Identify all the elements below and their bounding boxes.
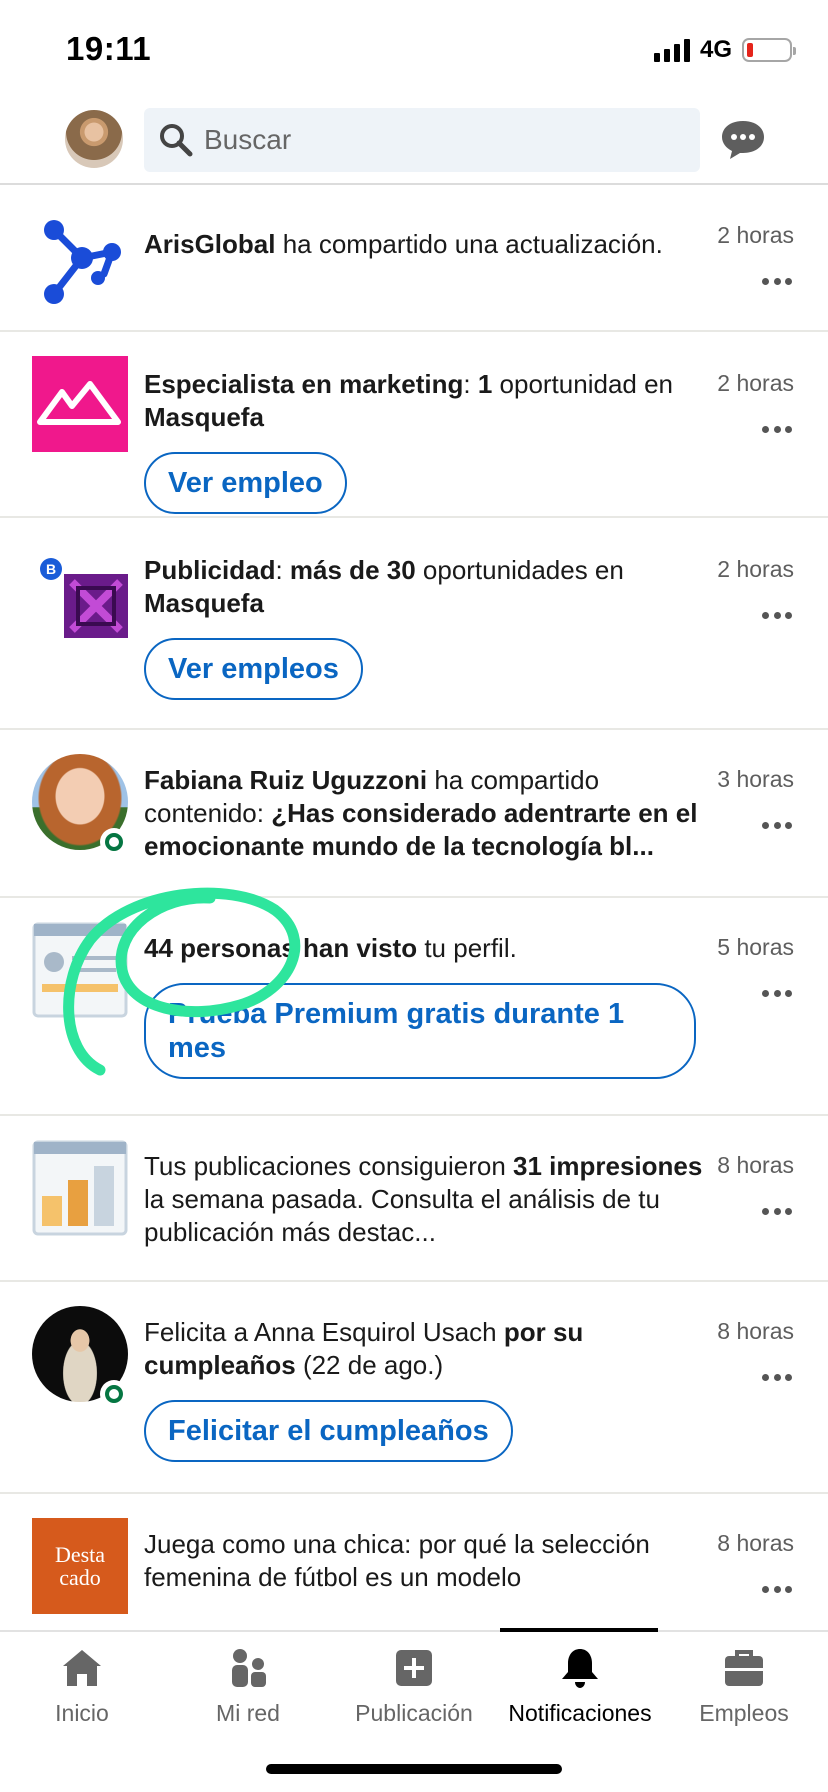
- nav-notifications[interactable]: Notificaciones: [500, 1632, 660, 1727]
- network-icon: [232, 1649, 266, 1687]
- top-bar: [0, 100, 828, 185]
- more-options-icon[interactable]: [762, 1374, 792, 1382]
- nav-label: Inicio: [55, 1700, 109, 1726]
- briefcase-icon: [725, 1650, 763, 1686]
- nav-jobs[interactable]: Empleos: [664, 1632, 824, 1727]
- status-indicators: 4G: [653, 36, 796, 64]
- notification-item[interactable]: B Publicidad: más de 30 oportunidades en…: [0, 518, 828, 730]
- featured-thumbnail: Desta cado: [32, 1518, 128, 1614]
- more-options-icon[interactable]: [762, 1586, 792, 1594]
- nav-label: Notificaciones: [508, 1700, 652, 1726]
- notifications-list: ArisGlobal ha compartido una actualizaci…: [0, 186, 828, 1630]
- featured-thumbnail-text: Desta cado: [54, 1542, 106, 1590]
- online-status: [100, 1380, 128, 1408]
- search-box[interactable]: [144, 108, 700, 172]
- premium-trial-button[interactable]: Prueba Premium gratis durante 1 mes: [144, 983, 696, 1079]
- notification-item[interactable]: Especialista en marketing: 1 oportunidad…: [0, 332, 828, 518]
- home-indicator: [266, 1764, 562, 1774]
- signal-icon: [653, 38, 690, 62]
- notification-item[interactable]: 44 personas han visto tu perfil. Prueba …: [0, 898, 828, 1116]
- notification-time: 8 horas: [717, 1530, 794, 1556]
- analytics-icon: [32, 1140, 128, 1236]
- home-icon: [63, 1650, 101, 1686]
- profile-card-icon: [32, 922, 128, 1018]
- notification-item[interactable]: Felicita a Anna Esquirol Usach por su cu…: [0, 1282, 828, 1494]
- congratulate-button[interactable]: Felicitar el cumpleaños: [144, 1400, 513, 1462]
- company-logo: [64, 574, 128, 638]
- notification-time: 8 horas: [717, 1152, 794, 1178]
- profile-avatar[interactable]: [65, 110, 123, 168]
- status-time: 19:11: [66, 30, 152, 67]
- notification-time: 3 horas: [717, 766, 794, 792]
- messaging-icon[interactable]: [718, 118, 768, 162]
- more-options-icon[interactable]: [762, 822, 792, 830]
- search-input[interactable]: [204, 108, 684, 172]
- nav-label: Publicación: [355, 1700, 473, 1726]
- notification-text: ArisGlobal ha compartido una actualizaci…: [144, 229, 663, 259]
- battery-icon: [742, 38, 796, 62]
- notification-item[interactable]: Fabiana Ruiz Uguzzoni ha compartido cont…: [0, 730, 828, 898]
- more-options-icon[interactable]: [762, 990, 792, 998]
- notification-item[interactable]: Desta cado Juega como una chica: por qué…: [0, 1494, 828, 1630]
- notification-text: Felicita a Anna Esquirol Usach por su cu…: [144, 1317, 584, 1380]
- view-job-button[interactable]: Ver empleo: [144, 452, 347, 514]
- notification-text: Fabiana Ruiz Uguzzoni ha compartido cont…: [144, 765, 698, 861]
- company-badge: B: [40, 558, 62, 580]
- nav-label: Empleos: [699, 1700, 789, 1726]
- view-jobs-button[interactable]: Ver empleos: [144, 638, 363, 700]
- nav-label: Mi red: [216, 1700, 280, 1726]
- notification-item[interactable]: Tus publicaciones consiguieron 31 impres…: [0, 1116, 828, 1282]
- bell-icon: [562, 1649, 598, 1688]
- company-logos: B: [32, 558, 128, 640]
- more-options-icon[interactable]: [762, 278, 792, 286]
- nav-post[interactable]: Publicación: [334, 1632, 494, 1727]
- more-options-icon[interactable]: [762, 612, 792, 620]
- more-options-icon[interactable]: [762, 1208, 792, 1216]
- nav-home[interactable]: Inicio: [2, 1632, 162, 1727]
- notification-time: 2 horas: [717, 222, 794, 248]
- notification-text: Publicidad: más de 30 oportunidades en M…: [144, 555, 624, 618]
- notification-time: 2 horas: [717, 556, 794, 582]
- status-bar: 19:11 4G: [0, 0, 828, 100]
- arisglobal-logo: [44, 220, 121, 304]
- company-logo: [32, 356, 128, 452]
- online-status: [100, 828, 128, 856]
- nav-network[interactable]: Mi red: [168, 1632, 328, 1727]
- notification-time: 2 horas: [717, 370, 794, 396]
- notification-time: 8 horas: [717, 1318, 794, 1344]
- notification-text: 44 personas han visto tu perfil.: [144, 933, 517, 963]
- notification-text: Juega como una chica: por qué la selecci…: [144, 1529, 650, 1592]
- network-type: 4G: [699, 36, 732, 63]
- notification-time: 5 horas: [717, 934, 794, 960]
- notification-item[interactable]: ArisGlobal ha compartido una actualizaci…: [0, 186, 828, 332]
- notification-text: Tus publicaciones consiguieron 31 impres…: [144, 1151, 703, 1247]
- more-options-icon[interactable]: [762, 426, 792, 434]
- notification-text: Especialista en marketing: 1 oportunidad…: [144, 369, 674, 432]
- post-icon: [396, 1650, 432, 1686]
- search-icon: [160, 124, 193, 157]
